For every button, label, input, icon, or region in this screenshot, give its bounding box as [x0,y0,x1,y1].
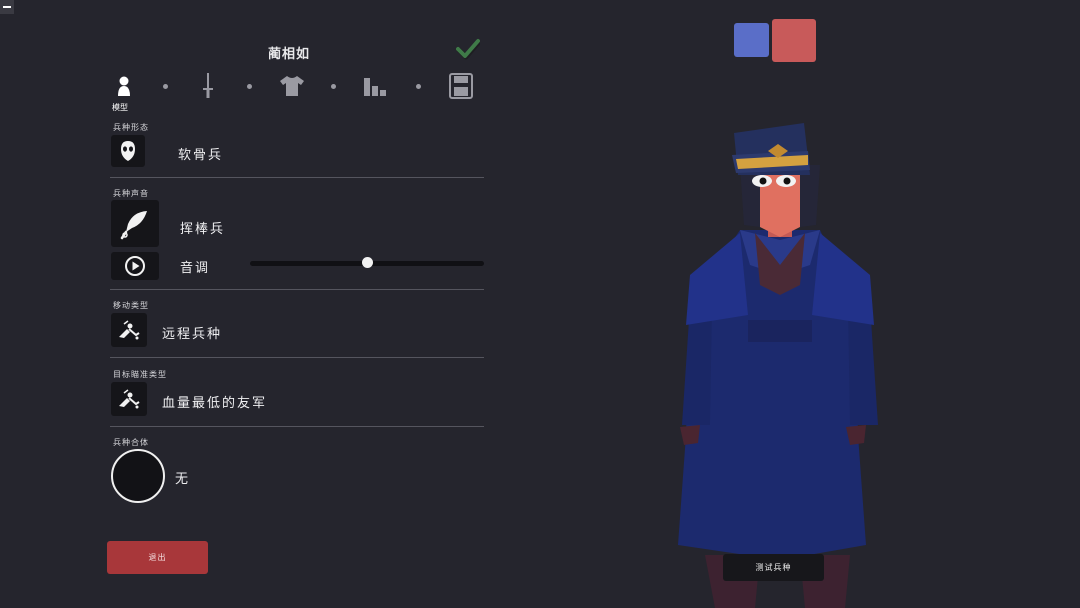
tab-save[interactable] [447,72,475,100]
editor-tabs: 模型 [110,72,480,112]
targeting-type-label: 目标瞄准类型 [113,370,167,379]
pitch-slider-handle[interactable] [362,257,373,268]
unit-preview-character [678,123,878,608]
unit-voice-label: 兵种声音 [113,189,149,198]
team-color-blue-swatch[interactable] [734,23,769,57]
unit-voice-selector[interactable] [111,200,159,247]
unit-base-value: 软骨兵 [178,148,224,163]
tab-clothing[interactable] [278,72,306,100]
save-icon [449,73,473,99]
target-unit-icon [119,389,140,409]
movement-type-label: 移动类型 [113,301,149,310]
tab-separator-dot [331,84,336,89]
tab-weapons[interactable] [194,72,222,100]
window-menu-icon[interactable] [0,0,14,14]
play-voice-button[interactable] [111,252,159,280]
section-divider [110,177,484,178]
unit-base-label: 兵种形态 [113,123,149,132]
tab-separator-dot [163,84,168,89]
section-divider [110,357,484,358]
ranged-unit-icon [119,320,140,340]
tab-separator-dot [416,84,421,89]
mask-icon [121,141,135,161]
feather-icon [120,210,147,239]
tab-model[interactable] [110,72,138,100]
team-color-red-swatch[interactable] [772,19,816,62]
unit-combine-label: 兵种合体 [113,438,149,447]
tab-separator-dot [247,84,252,89]
pitch-label: 音调 [180,261,211,276]
unit-name-title: 蔺相如 [268,47,311,62]
unit-combine-value: 无 [175,472,191,487]
confirm-check-icon[interactable] [456,38,482,60]
unit-base-selector[interactable] [111,135,145,167]
tab-model-label: 模型 [112,103,128,112]
unit-combine-slot[interactable] [111,449,165,503]
play-icon [125,256,145,276]
stats-icon [364,78,386,96]
section-divider [110,289,484,290]
tab-stats[interactable] [362,72,390,100]
movement-type-selector[interactable] [111,313,147,347]
exit-button[interactable]: 退出 [107,541,208,574]
section-divider [110,426,484,427]
person-icon [118,76,130,96]
test-unit-button[interactable]: 测试兵种 [723,554,824,581]
sword-icon [203,73,213,98]
shirt-icon [280,76,304,96]
targeting-type-selector[interactable] [111,382,147,416]
movement-type-value: 远程兵种 [162,327,223,342]
unit-voice-value: 挥棒兵 [180,222,226,237]
targeting-type-value: 血量最低的友军 [162,396,268,411]
